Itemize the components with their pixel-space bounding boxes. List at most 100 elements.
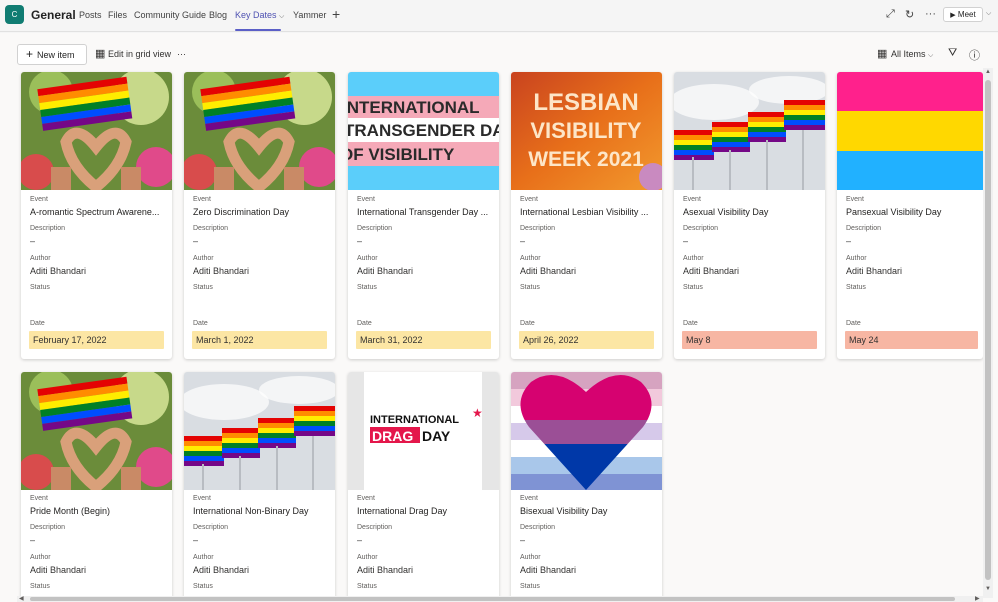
- lesbian-line-1: LESBIAN: [533, 89, 638, 116]
- add-tab-button[interactable]: +: [332, 6, 340, 22]
- date-value: February 17, 2022: [29, 331, 164, 349]
- scroll-down-icon[interactable]: ▼: [985, 586, 991, 592]
- new-item-button[interactable]: + New item: [17, 44, 87, 65]
- description-label: Description: [520, 225, 556, 232]
- description-value: –: [520, 236, 526, 246]
- event-label: Event: [30, 495, 48, 502]
- card-image: [837, 72, 983, 190]
- card-image: [674, 72, 825, 190]
- scroll-right-icon[interactable]: ▶: [975, 595, 980, 602]
- author-label: Author: [357, 554, 378, 561]
- status-label: Status: [357, 284, 377, 291]
- tab-yammer[interactable]: Yammer: [293, 10, 326, 20]
- active-tab-indicator: [235, 29, 281, 31]
- list-item-card[interactable]: INTERNATIONAL ★ DRAG DAY Event Internati…: [348, 372, 499, 602]
- date-value: May 24: [845, 331, 978, 349]
- tab-posts[interactable]: Posts: [79, 10, 102, 20]
- status-label: Status: [193, 583, 213, 590]
- filter-icon[interactable]: ⛛: [948, 47, 957, 60]
- pride-flags-row-image: [184, 372, 335, 490]
- author-label: Author: [846, 255, 867, 262]
- new-item-label: New item: [37, 50, 75, 60]
- info-icon[interactable]: ⓘ: [969, 47, 980, 63]
- scroll-up-icon[interactable]: ▲: [985, 69, 991, 75]
- event-value: International Lesbian Visibility ...: [520, 207, 649, 217]
- pride-hands-image: [184, 72, 335, 190]
- author-label: Author: [520, 554, 541, 561]
- list-item-card[interactable]: LESBIAN VISIBILITY WEEK 2021 Event Inter…: [511, 72, 662, 359]
- list-item-card[interactable]: Event Bisexual Visibility Day Descriptio…: [511, 372, 662, 602]
- drag-word-text: DRAG: [372, 428, 413, 444]
- tab-files[interactable]: Files: [108, 10, 127, 20]
- bisexual-heart-image: [511, 372, 662, 490]
- description-value: –: [357, 535, 363, 545]
- scroll-left-icon[interactable]: ◀: [19, 595, 24, 602]
- description-value: –: [357, 236, 363, 246]
- channel-header: C General Posts Files Community Guide Bl…: [0, 0, 998, 32]
- pride-hands-image: [21, 372, 172, 490]
- author-label: Author: [193, 554, 214, 561]
- view-selector[interactable]: All Items ⌵: [891, 49, 933, 60]
- edit-grid-view-button[interactable]: Edit in grid view: [108, 49, 171, 59]
- author-value: Aditi Bhandari: [193, 266, 250, 276]
- status-label: Status: [30, 583, 50, 590]
- card-image: [21, 72, 172, 190]
- date-value: April 26, 2022: [519, 331, 654, 349]
- list-item-card[interactable]: Event Zero Discrimination Day Descriptio…: [184, 72, 335, 359]
- status-label: Status: [357, 583, 377, 590]
- meet-button[interactable]: ▶ Meet: [943, 7, 983, 22]
- status-label: Status: [193, 284, 213, 291]
- date-value: March 1, 2022: [192, 331, 327, 349]
- description-value: –: [30, 535, 36, 545]
- event-value: Pansexual Visibility Day: [846, 207, 942, 217]
- chevron-down-icon: ⌵: [928, 52, 934, 59]
- event-value: International Transgender Day ...: [357, 207, 489, 217]
- horizontal-scrollbar-thumb[interactable]: [30, 597, 955, 601]
- chevron-down-icon: ⌵: [279, 13, 285, 20]
- team-avatar[interactable]: C: [5, 5, 24, 24]
- author-value: Aditi Bhandari: [193, 565, 250, 575]
- video-icon: ▶: [950, 12, 956, 19]
- description-label: Description: [846, 225, 882, 232]
- list-item-card[interactable]: Event A-romantic Spectrum Awarene... Des…: [21, 72, 172, 359]
- chevron-down-icon[interactable]: ⌵: [986, 10, 991, 18]
- description-value: –: [193, 535, 199, 545]
- date-label: Date: [520, 320, 535, 327]
- event-label: Event: [520, 495, 538, 502]
- event-label: Event: [683, 196, 701, 203]
- event-label: Event: [193, 196, 211, 203]
- card-image: [184, 372, 335, 490]
- expand-icon[interactable]: ⤢: [886, 8, 895, 21]
- status-label: Status: [846, 284, 866, 291]
- description-value: –: [520, 535, 526, 545]
- description-value: –: [683, 236, 689, 246]
- list-item-card[interactable]: Event International Non-Binary Day Descr…: [184, 372, 335, 602]
- list-item-card[interactable]: Event Pride Month (Begin) Description – …: [21, 372, 172, 602]
- pride-hands-image: [21, 72, 172, 190]
- card-image: [21, 372, 172, 490]
- trans-line-1: INTERNATIONAL: [348, 98, 480, 117]
- drag-day-text: DAY: [422, 428, 451, 444]
- date-value: March 31, 2022: [356, 331, 491, 349]
- author-value: Aditi Bhandari: [520, 565, 577, 575]
- vertical-scrollbar-thumb[interactable]: [985, 80, 991, 580]
- list-item-card[interactable]: Event Asexual Visibility Day Description…: [674, 72, 825, 359]
- author-label: Author: [30, 554, 51, 561]
- description-label: Description: [193, 524, 229, 531]
- description-value: –: [193, 236, 199, 246]
- more-icon[interactable]: ···: [925, 8, 936, 20]
- event-value: International Non-Binary Day: [193, 506, 309, 516]
- refresh-icon[interactable]: ↻: [905, 8, 914, 21]
- list-item-card[interactable]: INTERNATIONAL TRANSGENDER DAY OF VISIBIL…: [348, 72, 499, 359]
- tab-blog[interactable]: Blog: [209, 10, 227, 20]
- author-label: Author: [357, 255, 378, 262]
- event-value: International Drag Day: [357, 506, 448, 516]
- tab-community-guide[interactable]: Community Guide: [134, 10, 206, 20]
- list-item-card[interactable]: Event Pansexual Visibility Day Descripti…: [837, 72, 983, 359]
- status-label: Status: [683, 284, 703, 291]
- tab-key-dates[interactable]: Key Dates ⌵: [235, 10, 284, 21]
- lesbian-line-3: WEEK 2021: [528, 148, 644, 171]
- event-value: Pride Month (Begin): [30, 506, 111, 516]
- more-commands-button[interactable]: ···: [177, 49, 186, 59]
- description-label: Description: [193, 225, 229, 232]
